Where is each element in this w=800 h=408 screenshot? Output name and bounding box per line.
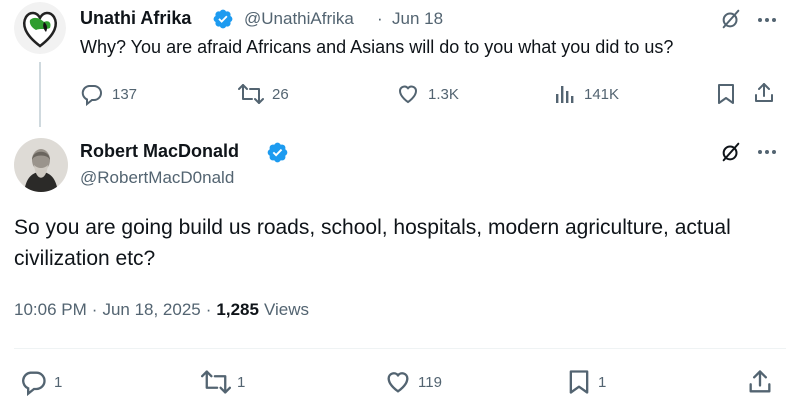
repost-count: 26 [272, 85, 289, 103]
repost-icon [201, 368, 231, 396]
divider [14, 348, 786, 349]
repost-count: 1 [237, 373, 246, 391]
reply-button[interactable]: 1 [20, 368, 62, 396]
avatar-image [14, 138, 68, 192]
thread-line [39, 62, 41, 127]
like-button[interactable]: 119 [384, 368, 442, 396]
views-button[interactable]: 141K [554, 82, 619, 106]
separator: · [205, 300, 212, 319]
separator: · [91, 300, 98, 319]
reply-count: 1 [54, 373, 63, 391]
repost-button[interactable]: 1 [201, 368, 245, 396]
share-icon[interactable] [746, 368, 774, 396]
grok-icon[interactable] [720, 8, 742, 30]
reply-button[interactable]: 137 [80, 82, 137, 106]
avatar-robert[interactable] [14, 138, 68, 192]
tweet-time[interactable]: 10:06 PM [14, 300, 87, 320]
separator: · [377, 9, 383, 28]
tweet-text: So you are going build us roads, school,… [14, 216, 731, 270]
tweet-date[interactable]: Jun 18 [392, 9, 443, 29]
views-count: 141K [584, 85, 620, 103]
repost-icon [238, 82, 264, 106]
avatar-image [14, 2, 66, 54]
bookmark-icon [566, 368, 592, 396]
more-icon[interactable] [756, 10, 778, 30]
like-count: 1.3K [428, 85, 459, 103]
author-name[interactable]: Unathi Afrika [80, 8, 191, 29]
verified-icon [212, 8, 234, 30]
author-name[interactable]: Robert MacDonald [80, 141, 239, 162]
author-handle[interactable]: @RobertMacD0nald [80, 168, 234, 188]
avatar-unathi[interactable] [14, 2, 66, 54]
like-button[interactable]: 1.3K [396, 82, 459, 106]
bookmark-button[interactable]: 1 [566, 368, 606, 396]
author-handle[interactable]: @UnathiAfrika [244, 9, 354, 29]
views-label: Views [263, 300, 310, 319]
tweet-text: Why? You are afraid Africans and Asians … [80, 37, 674, 57]
bookmark-icon[interactable] [715, 82, 737, 106]
bookmark-count: 1 [598, 373, 607, 391]
like-icon [384, 368, 412, 396]
verified-icon [266, 141, 289, 164]
repost-button[interactable]: 26 [238, 82, 289, 106]
reply-count: 137 [112, 85, 138, 103]
reply-icon [80, 82, 104, 106]
reply-icon [20, 368, 48, 396]
more-icon[interactable] [756, 142, 778, 162]
share-icon[interactable] [752, 81, 776, 105]
tweet-meta: 10:06 PM · Jun 18, 2025 · 1,285 Views [14, 300, 309, 320]
views-icon [554, 82, 576, 106]
views-count: 1,285 [216, 300, 259, 319]
like-icon [396, 82, 420, 106]
like-count: 119 [418, 373, 442, 391]
grok-icon[interactable] [720, 141, 742, 163]
tweet-date[interactable]: Jun 18, 2025 [102, 300, 200, 320]
